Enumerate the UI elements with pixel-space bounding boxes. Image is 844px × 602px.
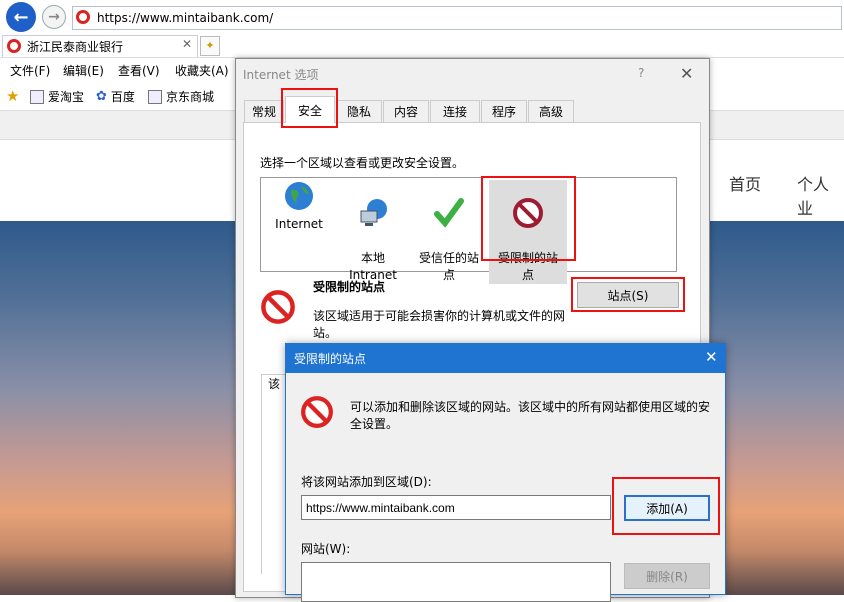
- browser-tab[interactable]: 浙江民泰商业银行: [2, 35, 198, 57]
- highlight-box: [571, 277, 685, 312]
- tab-connections[interactable]: 连接: [430, 100, 480, 122]
- nav-home[interactable]: 首页: [729, 171, 761, 195]
- page-icon: [148, 89, 162, 104]
- highlight-box: [612, 477, 720, 535]
- websites-label: 网站(W):: [301, 542, 351, 556]
- tab-favicon-icon: [7, 39, 21, 53]
- highlight-box: [481, 176, 576, 261]
- favorite-label: 京东商城: [166, 90, 215, 104]
- site-favicon-icon: [76, 10, 90, 24]
- tab-programs[interactable]: 程序: [481, 100, 527, 122]
- baidu-paw-icon: ✿: [96, 89, 107, 104]
- tab-general[interactable]: 常规: [244, 100, 284, 122]
- tab-close-icon[interactable]: ✕: [182, 37, 192, 51]
- intranet-icon: [360, 199, 387, 226]
- selected-zone-title: 受限制的站点: [313, 280, 386, 294]
- tab-label: 连接: [442, 105, 467, 119]
- dialog-title: Internet 选项: [243, 68, 319, 82]
- globe-icon: [285, 182, 313, 210]
- favorite-label: 百度: [110, 90, 135, 104]
- button-label: 删除(R): [646, 569, 688, 584]
- website-input[interactable]: https://www.mintaibank.com: [301, 495, 611, 520]
- page-icon: [30, 89, 44, 104]
- security-level-group: [261, 374, 285, 574]
- dialog-description: 可以添加和删除该区域的网站。该区域中的所有网站都使用区域的安全设置。: [350, 400, 711, 431]
- favorite-item[interactable]: 京东商城: [148, 88, 214, 105]
- dialog-title: 受限制的站点: [294, 352, 367, 366]
- help-icon[interactable]: ?: [638, 66, 644, 80]
- tab-advanced[interactable]: 高级: [528, 100, 574, 122]
- favorite-item[interactable]: 爱淘宝: [30, 88, 84, 105]
- close-icon[interactable]: ✕: [705, 348, 718, 366]
- add-website-label: 将该网站添加到区域(D):: [301, 475, 432, 489]
- zone-label: 受信任的站 点: [418, 251, 479, 282]
- highlight-box: [281, 88, 338, 128]
- menu-edit[interactable]: 编辑(E): [63, 62, 104, 79]
- close-icon[interactable]: ✕: [680, 64, 693, 83]
- nav-personal[interactable]: 个人业: [797, 171, 844, 219]
- dialog-titlebar: 受限制的站点: [286, 344, 725, 373]
- restricted-zone-icon: [261, 290, 295, 324]
- tab-title: 浙江民泰商业银行: [27, 40, 124, 54]
- favorite-item[interactable]: ✿ 百度: [96, 88, 135, 105]
- trusted-check-icon: [434, 198, 464, 228]
- websites-list[interactable]: [301, 562, 611, 602]
- new-tab-icon[interactable]: ✦: [200, 36, 220, 56]
- back-button[interactable]: ←: [6, 2, 36, 32]
- zone-internet[interactable]: Internet: [260, 180, 338, 233]
- forward-button[interactable]: →: [42, 5, 66, 29]
- restricted-sites-dialog: [285, 343, 726, 595]
- tab-label: 隐私: [346, 105, 371, 119]
- group-label: 该: [268, 375, 281, 392]
- menu-view[interactable]: 查看(V): [118, 62, 160, 79]
- tab-label: 高级: [538, 105, 563, 119]
- tab-label: 内容: [393, 105, 418, 119]
- tab-content[interactable]: 内容: [383, 100, 429, 122]
- zone-label: Internet: [275, 217, 323, 231]
- favorite-label: 爱淘宝: [48, 90, 85, 104]
- favorites-star-icon[interactable]: ★: [6, 87, 19, 105]
- tab-label: 程序: [491, 105, 516, 119]
- menu-favorites[interactable]: 收藏夹(A): [175, 62, 229, 79]
- zone-caption: 选择一个区域以查看或更改安全设置。: [260, 156, 465, 170]
- remove-button[interactable]: 删除(R): [624, 563, 710, 589]
- url-text: https://www.mintaibank.com/: [97, 11, 274, 25]
- zone-intranet[interactable]: 本地 Intranet: [334, 180, 412, 284]
- zone-trusted[interactable]: 受信任的站 点: [410, 180, 488, 284]
- url-field[interactable]: https://www.mintaibank.com/: [72, 6, 842, 30]
- input-value: https://www.mintaibank.com: [306, 500, 455, 515]
- tab-privacy[interactable]: 隐私: [336, 100, 382, 122]
- menu-file[interactable]: 文件(F): [10, 62, 50, 79]
- tab-label: 常规: [251, 105, 276, 119]
- selected-zone-description: 该区域适用于可能会损害你的计算机或文件的网站。: [313, 309, 566, 340]
- restricted-icon: [301, 396, 333, 428]
